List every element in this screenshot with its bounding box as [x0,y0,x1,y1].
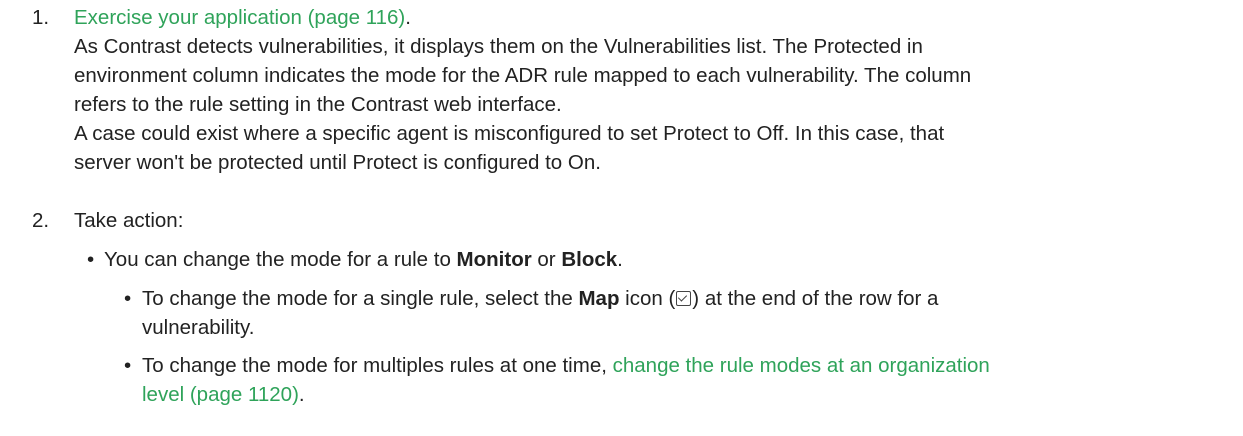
change-rule-modes-link[interactable]: change the rule modes at an organization [613,354,990,377]
bullet-dot: • [124,354,132,377]
paragraph-line: environment column indicates the mode fo… [74,64,972,87]
step-body: Take action: • You can change the mode fo… [74,206,1203,409]
change-rule-modes-link-cont[interactable]: level (page 1120) [142,383,299,406]
bullet-dot: • [124,287,132,310]
bullet-change-mode: • You can change the mode for a rule to M… [74,245,1203,274]
step-number: 2. [32,209,50,232]
paragraph-line: A case could exist where a specific agen… [74,122,945,145]
bullet-continuation: level (page 1120). [142,380,1203,409]
step-number: 1. [32,6,50,29]
exercise-application-link[interactable]: Exercise your application (page 116) [74,6,405,29]
step-body: Exercise your application (page 116). As… [74,3,1203,177]
monitor-label: Monitor [456,248,532,271]
step-1-heading: Exercise your application (page 116). [74,3,1203,32]
step-2-heading: Take action: [74,209,184,232]
map-icon [676,291,692,306]
map-label: Map [578,287,620,310]
paragraph-line: refers to the rule setting in the Contra… [74,93,562,116]
period: . [405,6,411,29]
bullet-text: . [617,248,623,271]
bullet-text: You can change the mode for a rule to [104,248,457,271]
sub-bullet-multiple-rules: • To change the mode for multiples rules … [74,351,1203,409]
bullet-text: or [531,248,562,271]
block-label: Block [561,248,618,271]
document-page: 1. Exercise your application (page 116).… [0,0,1243,436]
bullet-continuation: vulnerability. [142,316,255,339]
bullet-dot: • [87,248,95,271]
period: . [298,383,305,406]
paragraph-line: As Contrast detects vulnerabilities, it … [74,35,923,58]
bullet-text: To change the mode for multiples rules a… [142,354,613,377]
bullet-text: To change the mode for a single rule, se… [142,287,579,310]
sub-bullet-single-rule: • To change the mode for a single rule, s… [74,284,1203,342]
bullet-text: ) at the end of the row for a [692,287,939,310]
bullet-text: icon ( [619,287,676,310]
paragraph-line: server won't be protected until Protect … [74,151,601,174]
